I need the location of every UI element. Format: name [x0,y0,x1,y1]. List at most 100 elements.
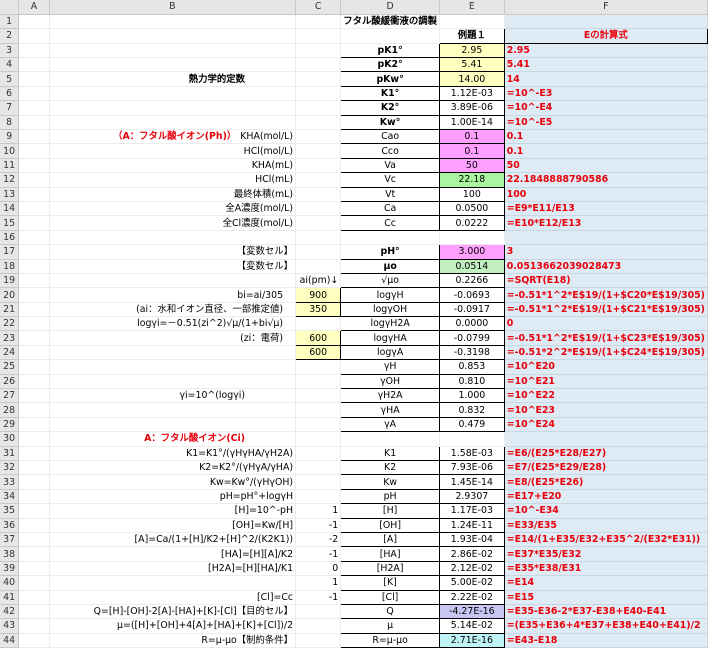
cell-f[interactable]: 0.0513662039028473 [504,259,708,274]
cell-b[interactable]: pH=pH°+logγH [49,489,297,505]
cell-e[interactable]: -0.0693 [439,287,505,303]
row-header[interactable]: 17 [0,244,20,260]
cell-b[interactable]: [HA]=[H][A]/K2 [49,546,297,562]
cell-a[interactable] [18,489,50,505]
cell-e[interactable]: -0.0917 [439,301,505,318]
cell-d[interactable]: logγOH [340,301,440,318]
cell-c[interactable] [295,374,342,390]
cell-c[interactable] [295,215,342,231]
cell-a[interactable] [18,287,50,303]
cell-d[interactable]: γH [340,359,440,375]
cell-b[interactable] [49,374,297,390]
cell-e[interactable]: 0.0514 [439,258,505,274]
cell-e[interactable]: 2.9307 [439,488,505,505]
cell-b[interactable]: 【変数セル】 [49,259,297,274]
cell-b[interactable]: logγi=－0.51(zi^2)√μ/(1+bi√μ) [49,316,297,332]
cell-a[interactable] [18,273,50,289]
cell-e[interactable]: 0.0000 [439,316,505,332]
cell-a[interactable] [18,402,50,418]
cell-d[interactable] [340,230,440,246]
cell-c[interactable] [295,618,342,634]
cell-b[interactable]: Q=[H]-[OH]-2[A]-[HA]+[K]-[Cl]【目的セル】 [49,604,297,620]
cell-d[interactable]: [K] [340,575,440,591]
column-header-e[interactable]: E [439,0,505,15]
cell-c[interactable]: 900 [295,287,342,303]
cell-f[interactable]: 100 [504,187,708,202]
row-header[interactable]: 2 [0,28,20,44]
cell-f[interactable]: 2.95 [504,43,708,59]
cell-e[interactable]: 3.89E-06 [439,100,505,116]
cell-f[interactable]: 22.1848888790586 [504,172,708,188]
cell-b[interactable]: [Cl]=Cc [49,590,297,605]
cell-a[interactable] [18,86,50,102]
cell-d[interactable] [340,431,440,447]
cell-a[interactable] [18,518,50,533]
cell-f[interactable]: 3 [504,244,708,260]
cell-e[interactable]: 50 [439,157,505,174]
cell-e[interactable]: 2.12E-02 [439,560,505,577]
cell-b[interactable]: μ=([H]+[OH]+4[A]+[HA]+[K]+[Cl])/2 [49,618,297,634]
row-header[interactable]: 10 [0,143,20,159]
cell-b[interactable]: KHA(mL) [49,158,297,174]
cell-c[interactable] [295,633,342,649]
cell-a[interactable] [18,100,50,116]
cell-c[interactable] [295,100,342,116]
cell-f[interactable]: =-0.51*1^2*E$19/(1+$C23*E$19/305) [504,330,708,346]
cell-a[interactable] [18,316,50,332]
cell-c[interactable] [295,604,342,620]
cell-b[interactable] [49,402,297,418]
cell-d[interactable]: Vt [340,186,440,202]
cell-d[interactable]: pK2° [340,57,440,73]
cell-a[interactable] [18,187,50,202]
cell-f[interactable]: =E14/(1+E35/E32+E35^2/(E32*E31)) [504,532,708,548]
cell-d[interactable]: K2° [340,100,440,116]
cell-c[interactable] [295,57,342,73]
cell-b[interactable] [49,345,297,361]
cell-e[interactable]: 例題１ [439,28,505,44]
cell-a[interactable] [18,474,50,490]
cell-d[interactable]: pK1° [340,42,440,59]
cell-e[interactable]: 22.18 [439,172,505,188]
cell-f[interactable]: =(E35+E36+4*E37+E38+E40+E41)/2 [504,618,708,634]
cell-c[interactable] [295,86,342,102]
cell-b[interactable]: 熱力学的定数 [49,71,297,87]
cell-b[interactable]: R=μ-μo【制約条件】 [49,633,297,649]
row-header[interactable]: 24 [0,345,20,361]
cell-c[interactable] [295,143,342,159]
cell-a[interactable] [18,633,50,649]
cell-d[interactable]: logγH2A [340,316,440,332]
cell-d[interactable]: R=μ-μo [340,632,440,649]
cell-d[interactable]: K2 [340,459,440,476]
cell-a[interactable] [18,129,50,145]
cell-c[interactable] [295,187,342,202]
row-header[interactable]: 33 [0,474,20,490]
cell-b[interactable]: [A]=Ca/(1+[H]/K2+[H]^2/(K2K1)) [49,532,297,548]
row-header[interactable]: 31 [0,446,20,462]
cell-a[interactable] [18,57,50,73]
row-header[interactable]: 14 [0,201,20,217]
row-header[interactable]: 38 [0,546,20,562]
cell-e[interactable]: 1.58E-03 [439,445,505,462]
row-header[interactable]: 30 [0,431,20,447]
cell-e[interactable]: 14.00 [439,71,505,87]
row-header[interactable]: 18 [0,259,20,274]
cell-c[interactable] [295,460,342,476]
row-header[interactable]: 1 [0,14,20,30]
cell-e[interactable]: 0.832 [439,402,505,418]
row-header[interactable]: 9 [0,129,20,145]
cell-f[interactable]: =E43-E18 [504,633,708,649]
cell-b[interactable]: Kw=Kw°/(γHγOH) [49,474,297,490]
cell-c[interactable] [295,158,342,174]
cell-e[interactable]: 2.71E-16 [439,632,505,649]
cell-d[interactable]: Cao [340,129,440,145]
cell-c[interactable] [295,71,342,87]
cell-a[interactable] [18,302,50,318]
cell-f[interactable]: =10^E24 [504,417,708,433]
cell-e[interactable]: 0.0500 [439,200,505,217]
row-header[interactable]: 27 [0,388,20,404]
cell-e[interactable]: 0.0222 [439,215,505,231]
cell-f[interactable]: =10^E21 [504,374,708,390]
cell-f[interactable]: 0 [504,316,708,332]
cell-a[interactable] [18,546,50,562]
cell-f[interactable]: =E37*E35/E32 [504,546,708,562]
